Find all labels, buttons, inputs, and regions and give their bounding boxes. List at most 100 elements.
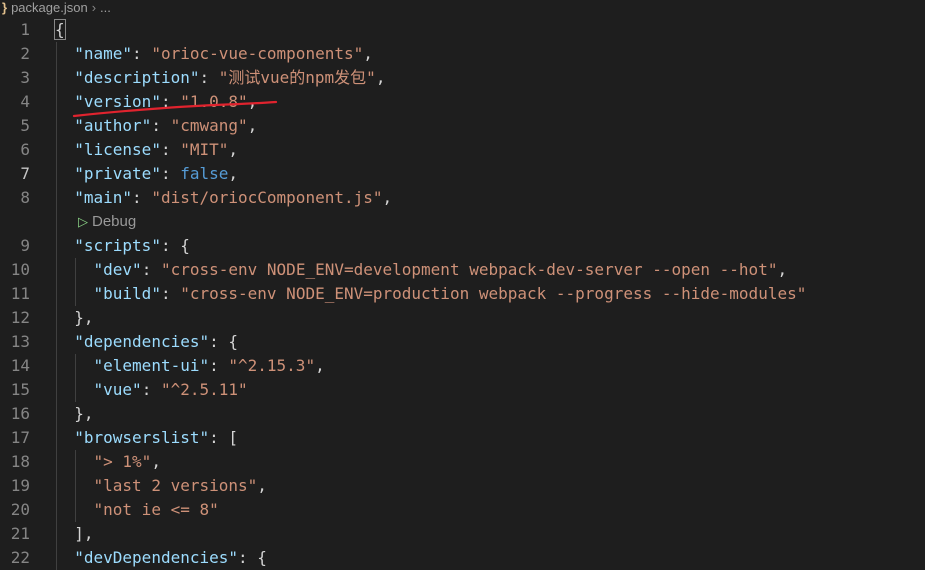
code-line[interactable]: 10 "dev": "cross-env NODE_ENV=development… [0,258,925,282]
line-number: 16 [10,404,30,423]
code-token: : { [238,548,267,567]
code-text: ], [74,522,93,546]
code-token: { [54,19,66,40]
code-line[interactable]: 12}, [0,306,925,330]
code-token: : [141,260,161,279]
line-number: 20 [10,500,30,519]
indent-guide [56,210,57,234]
code-line[interactable]: 14 "element-ui": "^2.15.3", [0,354,925,378]
code-token: "scripts" [74,236,161,255]
code-line[interactable]: 15 "vue": "^2.5.11" [0,378,925,402]
line-number: 4 [20,92,30,111]
code-line[interactable]: 18 "> 1%", [0,450,925,474]
code-text: "main": "dist/oriocComponent.js", [74,186,392,210]
indent-guide [56,474,57,498]
code-editor[interactable]: 1{2 "name": "orioc-vue-components", 3 "desc… [0,18,925,570]
code-token: "1.0.8" [180,92,248,111]
code-line[interactable]: 8 "main": "dist/oriocComponent.js", [0,186,925,210]
indent-guide [56,522,57,546]
code-line[interactable]: 19 "last 2 versions", [0,474,925,498]
code-token: , [228,140,239,159]
indent-guide [56,138,57,162]
code-line[interactable]: 4 "version": "1.0.8", [0,90,925,114]
line-number: 12 [10,308,30,327]
indent-guide [56,90,57,114]
code-token: "dependencies" [74,332,210,351]
code-token: : [132,188,152,207]
code-line[interactable]: 22 "devDependencies": { [0,546,925,570]
code-token: "not ie <= 8" [93,500,219,519]
breadcrumb-file[interactable]: package.json [11,0,88,15]
line-number: 18 [10,452,30,471]
code-line[interactable]: 17 "browserslist": [ [0,426,925,450]
chevron-right-icon: › [91,0,97,15]
code-token: , [363,44,373,63]
code-text: "description": "测试vue的npm发包", [74,66,385,90]
indent-guide [56,498,57,522]
code-token: "> 1%" [93,452,152,471]
indent-guide [56,354,57,378]
code-line[interactable]: 1{ [0,18,925,42]
code-text: "license": "MIT", [74,138,238,162]
line-number: 14 [10,356,30,375]
code-token: "element-ui" [93,356,210,375]
indent-guide [56,114,57,138]
code-token: : [160,140,181,159]
code-token: "name" [74,44,133,63]
code-token: }, [74,404,94,423]
code-token: "MIT" [180,140,229,159]
code-token: , [151,452,161,471]
code-token: "version" [74,92,161,111]
code-text: "> 1%", [94,450,161,474]
line-number: 9 [20,236,30,255]
code-line[interactable]: 7 "private": false, [0,162,925,186]
indent-guide [56,426,57,450]
indent-guide [75,354,77,378]
code-line[interactable]: 6 "license": "MIT", [0,138,925,162]
indent-guide [56,234,57,258]
code-line[interactable]: 2 "name": "orioc-vue-components", [0,42,925,66]
code-token: : [160,164,181,183]
code-token: "browserslist" [74,428,210,447]
code-text: "last 2 versions", [94,474,267,498]
code-token: : [160,284,181,303]
code-text: "dependencies": { [74,330,238,354]
code-token: , [228,164,239,183]
breadcrumb-more[interactable]: ... [100,0,111,15]
indent-guide [56,402,57,426]
debug-button[interactable]: ▷ Debug [78,210,136,234]
indent-guide [56,162,57,186]
code-token: }, [74,308,94,327]
line-number: 17 [10,428,30,447]
code-line[interactable]: 21], [0,522,925,546]
code-line[interactable]: 9 "scripts": { [0,234,925,258]
code-line[interactable]: 11 "build": "cross-env NODE_ENV=productio… [0,282,925,306]
indent-guide [56,186,57,210]
code-token: "cross-env NODE_ENV=production webpack -… [180,284,807,303]
code-line[interactable]: 13 "dependencies": { [0,330,925,354]
indent-guide [75,258,77,282]
code-token: "dist/oriocComponent.js" [151,188,383,207]
code-token: "private" [74,164,161,183]
line-number: 13 [10,332,30,351]
code-line[interactable]: 5 "author": "cmwang", [0,114,925,138]
code-text: "private": false, [74,162,238,186]
code-token: "orioc-vue-components" [151,44,364,63]
indent-guide [75,378,77,402]
code-line[interactable]: 20 "not ie <= 8" [0,498,925,522]
code-token: : [132,44,152,63]
code-token: : [160,92,181,111]
code-token: , [247,92,258,111]
code-text: "not ie <= 8" [94,498,219,522]
code-token: , [257,476,267,495]
debug-label: Debug [92,213,137,230]
code-token: : [209,356,229,375]
indent-guide [56,306,57,330]
indent-guide [75,474,77,498]
code-line[interactable]: 3 "description": "测试vue的npm发包", [0,66,925,90]
code-token: "dev" [93,260,142,279]
indent-guide [75,282,77,306]
code-line[interactable]: 16}, [0,402,925,426]
indent-guide [56,282,57,306]
debug-codelens: ▷ Debug [0,210,925,234]
